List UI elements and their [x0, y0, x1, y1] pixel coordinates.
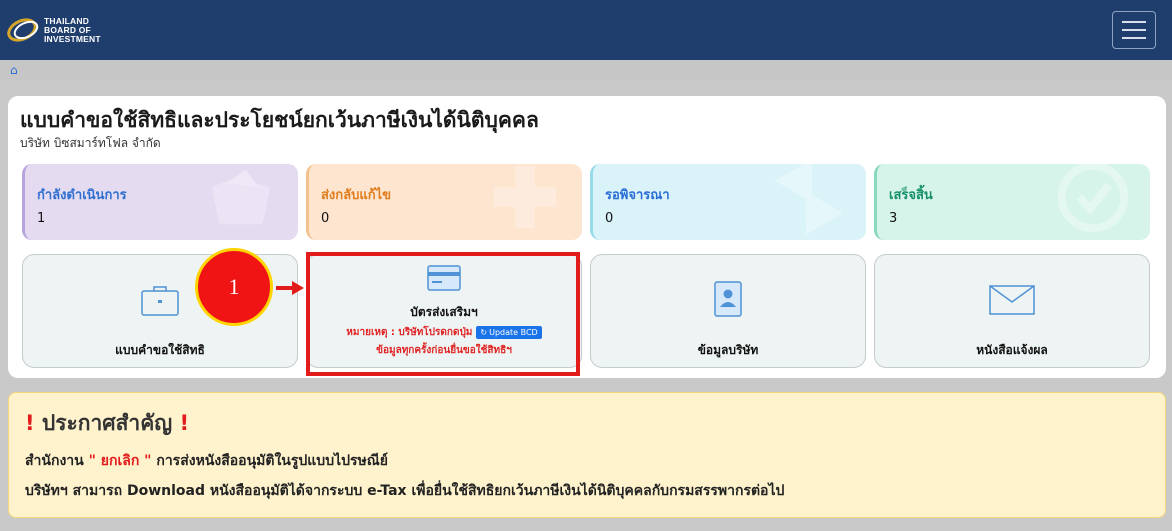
stat-completed[interactable]: เสร็จสิ้น 3	[874, 164, 1150, 240]
bcd-note-suffix: ข้อมูลทุกครั้งก่อนยื่นขอใช้สิทธิฯ	[376, 345, 512, 356]
update-bcd-button[interactable]: ↻ Update BCD	[476, 326, 542, 339]
step-number-badge: 1	[195, 248, 273, 326]
exclamation-mark: !	[179, 411, 190, 435]
line1-suffix: การส่งหนังสืออนุมัติในรูปแบบไปรษณีย์	[156, 453, 388, 469]
boi-logo[interactable]: THAILAND BOARD OF INVESTMENT	[6, 10, 101, 50]
breadcrumb: ⌂	[0, 60, 1172, 80]
check-icon	[1057, 164, 1129, 233]
arrow-right-icon	[276, 281, 304, 295]
stat-pending[interactable]: รอพิจารณา 0	[590, 164, 866, 240]
bcd-note: หมายเหตุ : บริษัทโปรดกดปุ่ม ↻ Update BCD	[307, 325, 581, 340]
bcd-note-prefix: หมายเหตุ : บริษัทโปรดกดปุ่ม	[346, 327, 473, 338]
line1-prefix: สำนักงาน	[25, 453, 84, 469]
envelope-icon	[989, 285, 1035, 315]
stat-in-progress[interactable]: กำลังดำเนินการ 1	[22, 164, 298, 240]
page-title: แบบคำขอใช้สิทธิและประโยชน์ยกเว้นภาษีเงิน…	[20, 108, 539, 132]
hamburger-icon[interactable]	[1112, 11, 1156, 49]
boi-logo-text: THAILAND BOARD OF INVESTMENT	[44, 15, 101, 44]
plus-icon	[493, 165, 557, 229]
card-label: แบบคำขอใช้สิทธิ	[115, 343, 205, 357]
announcement-title-text: ประกาศสำคัญ	[41, 411, 173, 435]
line1-highlight: " ยกเลิก "	[88, 453, 152, 469]
exclamation-mark: !	[25, 411, 35, 435]
home-icon[interactable]: ⌂	[10, 63, 18, 77]
bcd-card[interactable]: บัตรส่งเสริมฯ หมายเหตุ : บริษัทโปรดกดปุ่…	[306, 254, 582, 368]
boi-logo-mark	[7, 18, 39, 42]
company-info-card[interactable]: ข้อมูลบริษัท	[590, 254, 866, 368]
stat-returned[interactable]: ส่งกลับแก้ไข 0	[306, 164, 582, 240]
briefcase-icon	[141, 286, 179, 316]
folder-icon	[211, 169, 271, 225]
company-name: บริษัท บิซสมาร์ทโฟล จำกัด	[20, 136, 161, 150]
card-label: หนังสือแจ้งผล	[976, 343, 1048, 357]
result-letters-card[interactable]: หนังสือแจ้งผล	[874, 254, 1150, 368]
announcement-line-1: สำนักงาน " ยกเลิก " การส่งหนังสืออนุมัติ…	[25, 450, 1149, 472]
hourglass-icon	[774, 164, 844, 235]
update-bcd-label: Update BCD	[489, 328, 538, 337]
refresh-icon: ↻	[480, 328, 488, 337]
top-navbar: THAILAND BOARD OF INVESTMENT	[0, 0, 1172, 60]
announcement-title: ! ประกาศสำคัญ !	[25, 407, 1149, 440]
announcement-line-2: บริษัทฯ สามารถ Download หนังสืออนุมัติได…	[25, 483, 785, 499]
contact-book-icon	[714, 281, 742, 317]
card-icon	[427, 265, 461, 291]
announcement-box: ! ประกาศสำคัญ ! สำนักงาน " ยกเลิก " การส…	[8, 392, 1166, 518]
main-panel: แบบคำขอใช้สิทธิและประโยชน์ยกเว้นภาษีเงิน…	[8, 96, 1166, 378]
card-label: ข้อมูลบริษัท	[697, 343, 759, 357]
card-label: บัตรส่งเสริมฯ	[410, 305, 478, 319]
